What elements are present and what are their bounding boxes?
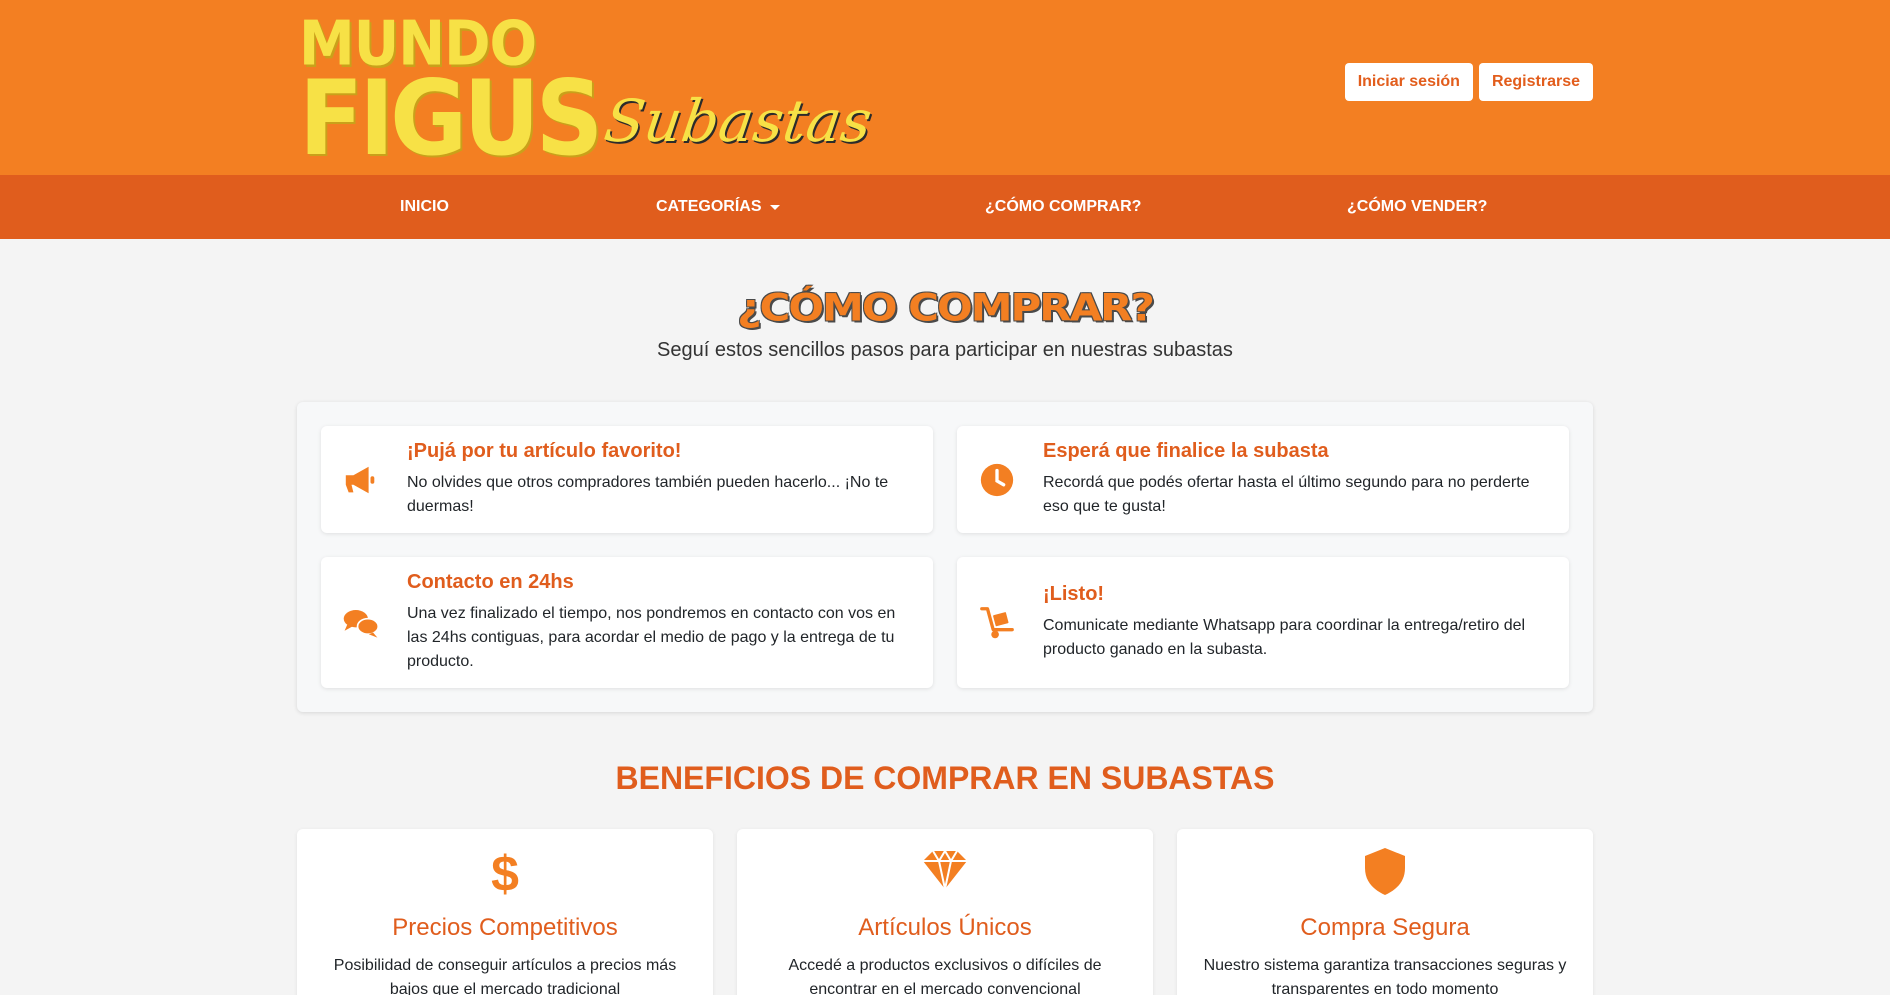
nav-item-inicio[interactable]: INICIO	[400, 175, 449, 239]
dolly-icon	[971, 604, 1023, 642]
benefit-description: Posibilidad de conseguir artículos a pre…	[333, 957, 677, 995]
clock-icon	[971, 461, 1023, 499]
login-button[interactable]: Iniciar sesión	[1344, 63, 1473, 101]
nav-item-label: ¿CÓMO COMPRAR?	[985, 198, 1142, 215]
step-description: Comunicate mediante Whatsapp para coordi…	[1043, 617, 1526, 658]
auth-buttons: Iniciar sesión Registrarse	[1344, 63, 1593, 101]
benefit-card: $ Precios Competitivos Posibilidad de co…	[297, 829, 713, 995]
nav-item-como-comprar[interactable]: ¿CÓMO COMPRAR?	[985, 175, 1141, 239]
step-title: ¡Listo!	[1043, 583, 1105, 605]
step-card: Contacto en 24hs Una vez finalizado el t…	[321, 557, 933, 688]
step-description: Recordá que podés ofertar hasta el últim…	[1043, 474, 1530, 515]
nav-item-categorias[interactable]: CATEGORÍAS	[656, 175, 781, 239]
benefits-heading: BENEFICIOS DE COMPRAR EN SUBASTAS	[615, 760, 1275, 796]
megaphone-icon	[335, 461, 387, 499]
step-card: ¡Listo! Comunicate mediante Whatsapp par…	[957, 557, 1569, 688]
chat-icon	[335, 604, 387, 642]
logo-word-figus: FIGUS	[299, 59, 603, 180]
benefit-description: Accedé a productos exclusivos o difícile…	[788, 957, 1102, 995]
nav-item-como-vender[interactable]: ¿CÓMO VENDER?	[1347, 175, 1487, 239]
step-text: Esperá que finalice la subasta Recordá q…	[1023, 440, 1551, 519]
benefits-grid: $ Precios Competitivos Posibilidad de co…	[297, 829, 1593, 995]
step-card: Esperá que finalice la subasta Recordá q…	[957, 426, 1569, 533]
steps-panel: ¡Pujá por tu artículo favorito! No olvid…	[297, 402, 1593, 712]
step-card: ¡Pujá por tu artículo favorito! No olvid…	[321, 426, 933, 533]
step-text: ¡Listo! Comunicate mediante Whatsapp par…	[1023, 583, 1551, 662]
benefit-title: Compra Segura	[1300, 914, 1470, 941]
caret-down-icon	[770, 204, 781, 210]
nav-item-label: INICIO	[400, 198, 449, 215]
step-description: Una vez finalizado el tiempo, nos pondre…	[407, 605, 896, 670]
benefit-title: Precios Competitivos	[392, 914, 618, 941]
site-header: MUNDO FIGUS Subastas Iniciar sesión Regi…	[0, 0, 1890, 175]
svg-text:$: $	[491, 846, 519, 897]
page-subtitle: Seguí estos sencillos pasos para partici…	[657, 339, 1233, 361]
dollar-icon: $	[297, 845, 713, 902]
site-logo[interactable]: MUNDO FIGUS Subastas	[297, 13, 876, 170]
step-title: ¡Pujá por tu artículo favorito!	[407, 440, 682, 462]
nav-item-label: ¿CÓMO VENDER?	[1347, 198, 1488, 215]
benefit-card: Artículos Únicos Accedé a productos excl…	[737, 829, 1153, 995]
benefit-title: Artículos Únicos	[858, 914, 1032, 941]
step-title: Esperá que finalice la subasta	[1043, 440, 1329, 462]
logo-word-subastas: Subastas	[600, 87, 876, 155]
step-text: Contacto en 24hs Una vez finalizado el t…	[387, 571, 915, 674]
benefit-card: Compra Segura Nuestro sistema garantiza …	[1177, 829, 1593, 995]
nav-container: INICIO CATEGORÍAS ¿CÓMO COMPRAR? ¿CÓMO V…	[297, 175, 1593, 239]
gem-icon	[737, 845, 1153, 902]
step-description: No olvides que otros compradores también…	[407, 474, 889, 515]
hero-section: ¿CÓMO COMPRAR? Seguí estos sencillos pas…	[0, 239, 1890, 362]
step-title: Contacto en 24hs	[407, 571, 574, 593]
register-button[interactable]: Registrarse	[1478, 63, 1593, 101]
nav-item-label: CATEGORÍAS	[656, 198, 762, 215]
main-nav: INICIO CATEGORÍAS ¿CÓMO COMPRAR? ¿CÓMO V…	[0, 175, 1890, 239]
header-container: MUNDO FIGUS Subastas Iniciar sesión Regi…	[297, 0, 1593, 175]
shield-icon	[1177, 845, 1593, 902]
benefit-description: Nuestro sistema garantiza transacciones …	[1203, 957, 1567, 995]
page-title: ¿CÓMO COMPRAR?	[737, 285, 1155, 330]
step-text: ¡Pujá por tu artículo favorito! No olvid…	[387, 440, 915, 519]
